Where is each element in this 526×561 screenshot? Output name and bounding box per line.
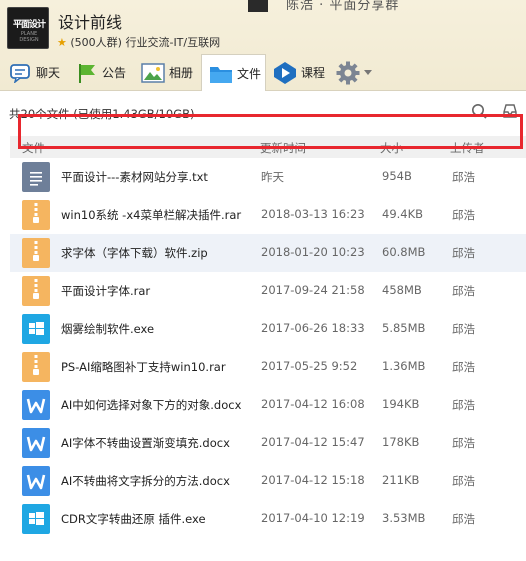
highlight-box [18,114,523,149]
chevron-down-icon [364,69,372,75]
tab-label: 相册 [169,66,194,80]
exe-file-icon [22,314,50,344]
file-name[interactable]: 平面设计字体.rar [61,283,150,299]
settings-button[interactable] [336,54,372,91]
file-row[interactable]: 烟雾绘制软件.exe 2017-06-26 18:33 5.85MB 邱浩 [10,310,526,348]
group-tabs: 聊天 公告 相册 文件 课程 [0,54,526,92]
file-updated-time: 2017-04-12 15:18 [261,473,365,487]
file-uploader[interactable]: 邱浩 [452,207,475,223]
logo-text: 平面设计 [12,20,46,30]
file-name[interactable]: AI不转曲将文字拆分的方法.docx [61,473,230,489]
file-size: 1.36MB [382,359,426,373]
group-avatar[interactable]: 平面设计 PLANE DESIGN [7,7,49,49]
zip-file-icon [22,238,50,268]
file-size: 3.53MB [382,511,426,525]
tab-label: 聊天 [36,66,61,80]
banner-thumbnail [248,0,268,12]
file-row[interactable]: AI不转曲将文字拆分的方法.docx 2017-04-12 15:18 211KB 邱… [10,462,526,500]
file-row[interactable]: AI字体不转曲设置渐变填充.docx 2017-04-12 15:47 178KB 邱… [10,424,526,462]
file-row[interactable]: PS-AI缩略图补丁支持win10.rar 2017-05-25 9:52 1.36… [10,348,526,386]
tab-album[interactable]: 相册 [141,54,193,91]
file-uploader[interactable]: 邱浩 [452,435,475,451]
file-uploader[interactable]: 邱浩 [452,283,475,299]
tab-announcement[interactable]: 公告 [76,54,126,91]
file-updated-time: 2018-01-20 10:23 [261,245,365,259]
file-size: 5.85MB [382,321,426,335]
tab-label: 公告 [102,66,127,80]
zip-file-icon [22,200,50,230]
file-updated-time: 2017-04-12 15:47 [261,435,365,449]
file-name[interactable]: CDR文字转曲还原 插件.exe [61,511,206,527]
file-size: 49.4KB [382,207,424,221]
file-updated-time: 2017-09-24 21:58 [261,283,365,297]
gear-icon [336,61,360,84]
file-row[interactable]: 求字体（字体下载）软件.zip 2018-01-20 10:23 60.8MB 邱浩 [10,234,526,272]
file-uploader[interactable]: 邱浩 [452,245,475,261]
file-updated-time: 2017-06-26 18:33 [261,321,365,335]
group-meta: ★ (500人群) 行业交流-IT/互联网 [57,34,220,50]
file-uploader[interactable]: 邱浩 [452,473,475,489]
banner-text: 陈浩 · 平面分享群 [286,0,400,13]
exe-file-icon [22,504,50,534]
member-count: (500人群) [70,36,122,49]
folder-icon [210,66,232,83]
tab-course[interactable]: 课程 [273,54,325,91]
file-updated-time: 2017-04-10 12:19 [261,511,365,525]
file-uploader[interactable]: 邱浩 [452,359,475,375]
logo-subtext: PLANE DESIGN [19,31,39,43]
tab-chat[interactable]: 聊天 [10,54,60,91]
file-row[interactable]: 平面设计字体.rar 2017-09-24 21:58 458MB 邱浩 [10,272,526,310]
file-updated-time: 2017-04-12 16:08 [261,397,365,411]
zip-file-icon [22,352,50,382]
group-category[interactable]: 行业交流-IT/互联网 [125,36,220,49]
file-panel: 共20个文件 (已使用1.43GB/10GB) 文件 更新时间 大小 上传者 平… [0,91,526,561]
file-row[interactable]: AI中如何选择对象下方的对象.docx 2017-04-12 16:08 194KB… [10,386,526,424]
file-name[interactable]: 平面设计---素材网站分享.txt [61,169,208,185]
file-updated-time: 2018-03-13 16:23 [261,207,365,221]
file-size: 211KB [382,473,420,487]
word-doc-icon [22,390,50,420]
file-row[interactable]: CDR文字转曲还原 插件.exe 2017-04-10 12:19 3.53MB 邱浩 [10,500,526,538]
file-name[interactable]: AI中如何选择对象下方的对象.docx [61,397,241,413]
tab-label: 课程 [301,66,326,80]
file-name[interactable]: 求字体（字体下载）软件.zip [61,245,208,261]
file-updated-time: 2017-05-25 9:52 [261,359,358,373]
word-doc-icon [22,466,50,496]
file-updated-time: 昨天 [261,170,284,184]
zip-file-icon [22,276,50,306]
file-name[interactable]: AI字体不转曲设置渐变填充.docx [61,435,230,451]
file-size: 60.8MB [382,245,426,259]
word-doc-icon [22,428,50,458]
file-size: 954B [382,169,412,183]
file-uploader[interactable]: 邱浩 [452,321,475,337]
chat-icon [10,63,30,83]
file-size: 458MB [382,283,422,297]
file-row[interactable]: win10系统 -x4菜单栏解决插件.rar 2018-03-13 16:23 49… [10,196,526,234]
star-icon: ★ [57,36,67,49]
text-file-icon [22,162,50,192]
file-name[interactable]: win10系统 -x4菜单栏解决插件.rar [61,207,241,223]
file-name[interactable]: PS-AI缩略图补丁支持win10.rar [61,359,226,375]
file-size: 194KB [382,397,420,411]
group-header: 陈浩 · 平面分享群 平面设计 PLANE DESIGN 设计前线 ★ (500… [0,0,526,92]
group-name[interactable]: 设计前线 [58,9,122,33]
file-uploader[interactable]: 邱浩 [452,511,475,527]
file-row[interactable]: 平面设计---素材网站分享.txt 昨天 954B 邱浩 [10,158,526,196]
announcement-flag-icon [79,63,95,83]
course-play-icon [274,61,296,84]
photo-album-icon [141,62,165,83]
tab-label: 文件 [237,67,262,81]
file-size: 178KB [382,435,420,449]
background-banner: 陈浩 · 平面分享群 [248,0,448,14]
file-uploader[interactable]: 邱浩 [452,397,475,413]
file-uploader[interactable]: 邱浩 [452,169,475,185]
tab-files[interactable]: 文件 [201,54,266,92]
file-name[interactable]: 烟雾绘制软件.exe [61,321,154,337]
